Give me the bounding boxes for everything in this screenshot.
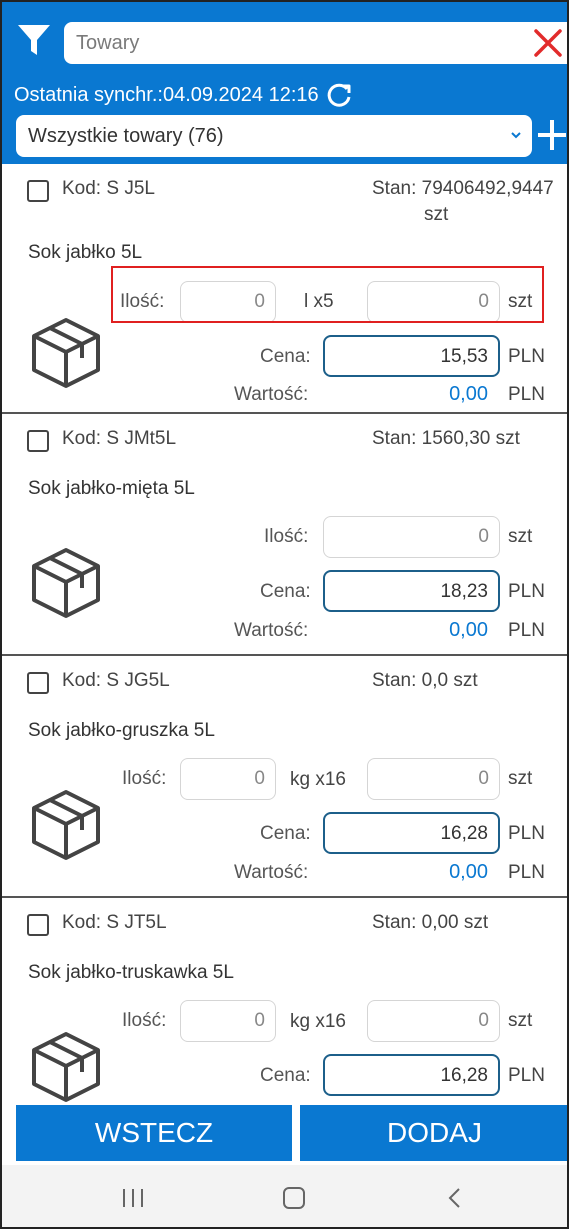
price-field[interactable]: 15,53 xyxy=(323,335,500,377)
quantity-label: Ilość: xyxy=(122,768,167,789)
quantity-unit-field[interactable]: 0 xyxy=(180,758,276,800)
price-label: Cena: xyxy=(260,823,311,844)
sync-label: Ostatnia synchr.:04.09.2024 12:16 xyxy=(14,83,319,106)
price-label: Cena: xyxy=(260,581,311,602)
stock-label: Stan: 1560,30 szt xyxy=(372,428,520,449)
list-item: Kod: S J5L Stan: 79406492,9447 szt Sok j… xyxy=(2,164,567,414)
value-currency: PLN xyxy=(508,620,545,641)
price-field[interactable]: 16,28 xyxy=(323,1054,500,1096)
quantity-unit: szt xyxy=(508,526,533,547)
quantity-field[interactable]: 0 xyxy=(323,516,500,558)
price-currency: PLN xyxy=(508,346,545,367)
quantity-unit-field[interactable]: 0 xyxy=(180,1000,276,1042)
quantity-pieces-unit: szt xyxy=(508,1010,533,1031)
price-currency: PLN xyxy=(508,823,545,844)
value-currency: PLN xyxy=(508,384,545,405)
value-label: Wartość: xyxy=(234,862,309,883)
list-item: Kod: S JG5L Stan: 0,0 szt Sok jabłko-gru… xyxy=(2,656,567,898)
product-name: Sok jabłko-gruszka 5L xyxy=(28,720,215,741)
stock-label: Stan: 0,0 szt xyxy=(372,670,478,691)
product-name: Sok jabłko 5L xyxy=(28,242,143,263)
category-selected-label: Wszystkie towary (76) xyxy=(28,124,224,147)
package-icon xyxy=(32,548,100,618)
price-currency: PLN xyxy=(508,581,545,602)
price-label: Cena: xyxy=(260,1065,311,1086)
product-name: Sok jabłko-mięta 5L xyxy=(28,478,195,499)
filter-icon[interactable] xyxy=(16,22,52,58)
product-code: Kod: S JG5L xyxy=(62,670,170,691)
header-bar: Ostatnia synchr.:04.09.2024 12:16 Wszyst… xyxy=(2,2,567,164)
quantity-label: Ilość: xyxy=(122,1010,167,1031)
quantity-pieces-field[interactable]: 0 xyxy=(367,1000,500,1042)
sync-status: Ostatnia synchr.:04.09.2024 12:16 xyxy=(14,80,353,110)
product-checkbox[interactable] xyxy=(27,430,49,452)
product-checkbox[interactable] xyxy=(27,914,49,936)
value-label: Wartość: xyxy=(234,384,309,405)
price-label: Cena: xyxy=(260,346,311,367)
add-button[interactable]: DODAJ xyxy=(300,1105,567,1161)
quantity-pieces-unit: szt xyxy=(508,768,533,789)
value-amount: 0,00 xyxy=(449,383,488,405)
close-icon[interactable] xyxy=(531,26,565,60)
quantity-label: Ilość: xyxy=(264,526,309,547)
category-select[interactable]: Wszystkie towary (76) xyxy=(16,115,532,157)
search-input[interactable] xyxy=(76,28,516,58)
product-checkbox[interactable] xyxy=(27,180,49,202)
price-field[interactable]: 16,28 xyxy=(323,812,500,854)
product-code: Kod: S JT5L xyxy=(62,912,167,933)
quantity-pieces-field[interactable]: 0 xyxy=(367,758,500,800)
action-bar: WSTECZ DODAJ xyxy=(2,1103,567,1163)
quantity-highlight-box xyxy=(111,266,544,323)
value-amount: 0,00 xyxy=(449,619,488,641)
value-label: Wartość: xyxy=(234,620,309,641)
product-code: Kod: S J5L xyxy=(62,178,155,199)
refresh-icon[interactable] xyxy=(325,81,353,109)
quantity-unit-label: kg x16 xyxy=(290,1011,346,1032)
product-code: Kod: S JMt5L xyxy=(62,428,177,449)
package-icon xyxy=(32,318,100,388)
home-icon[interactable] xyxy=(283,1187,305,1209)
value-currency: PLN xyxy=(508,862,545,883)
quantity-unit-label: kg x16 xyxy=(290,769,346,790)
system-nav-bar xyxy=(2,1165,567,1227)
app-screen: Ostatnia synchr.:04.09.2024 12:16 Wszyst… xyxy=(0,0,569,1229)
search-box xyxy=(64,22,567,64)
stock-label: Stan: 0,00 szt xyxy=(372,912,489,933)
recent-apps-icon[interactable] xyxy=(120,1187,146,1209)
back-icon[interactable] xyxy=(446,1187,464,1209)
stock-unit: szt xyxy=(424,204,449,225)
list-item: Kod: S JMt5L Stan: 1560,30 szt Sok jabłk… xyxy=(2,414,567,656)
back-button[interactable]: WSTECZ xyxy=(16,1105,292,1161)
price-field[interactable]: 18,23 xyxy=(323,570,500,612)
package-icon xyxy=(32,790,100,860)
product-name: Sok jabłko-truskawka 5L xyxy=(28,962,234,983)
product-list: Kod: S J5L Stan: 79406492,9447 szt Sok j… xyxy=(2,164,567,1126)
value-amount: 0,00 xyxy=(449,861,488,883)
product-checkbox[interactable] xyxy=(27,672,49,694)
chevron-down-icon xyxy=(511,132,521,139)
price-currency: PLN xyxy=(508,1065,545,1086)
list-item: Kod: S JT5L Stan: 0,00 szt Sok jabłko-tr… xyxy=(2,898,567,1126)
stock-label: Stan: 79406492,9447 xyxy=(372,178,554,199)
package-icon xyxy=(32,1032,100,1102)
plus-icon[interactable] xyxy=(535,116,569,154)
